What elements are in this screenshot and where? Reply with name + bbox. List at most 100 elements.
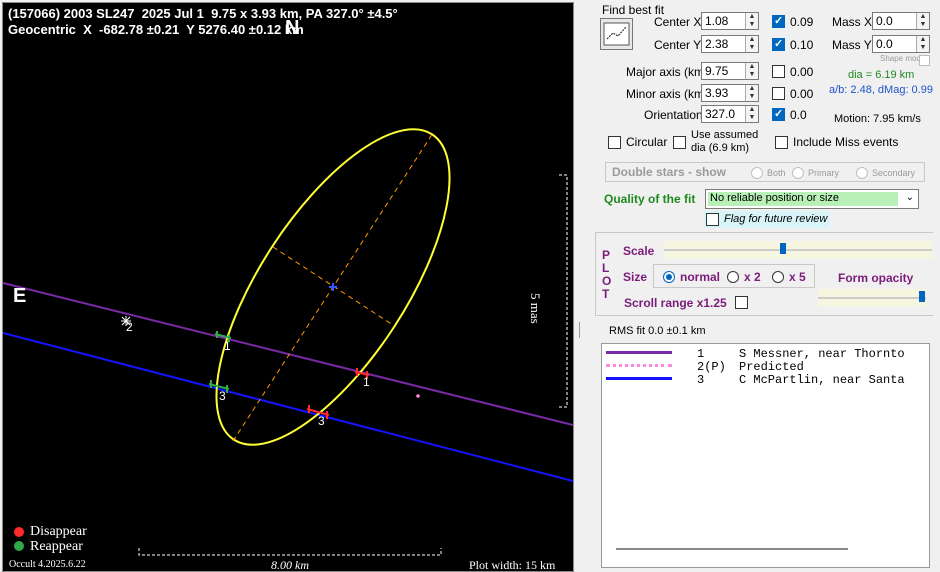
major-axis-label: Major axis (km) xyxy=(626,65,709,79)
use-assumed-dia: dia (6.9 km) xyxy=(691,142,750,154)
scale-slider-track xyxy=(664,249,932,251)
center-y-fit-checkbox[interactable] xyxy=(772,37,785,51)
mass-y-input[interactable]: 0.0 ▲ ▼ xyxy=(872,35,930,53)
major-axis-input[interactable]: 9.75 ▲ ▼ xyxy=(701,62,759,80)
minor-axis-input[interactable]: 3.93 ▲ ▼ xyxy=(701,84,759,102)
opacity-slider[interactable] xyxy=(818,289,926,307)
observer-3-num: 3 xyxy=(697,373,705,387)
predicted-point xyxy=(416,394,420,398)
major-axis-spinner[interactable]: ▲ ▼ xyxy=(745,63,758,79)
double-primary-label: Primary xyxy=(808,168,839,178)
mass-x-input[interactable]: 0.0 ▲ ▼ xyxy=(872,12,930,30)
quality-value: No reliable position or size xyxy=(708,192,898,206)
mass-x-label: Mass X xyxy=(832,15,873,29)
observer-1-swatch xyxy=(606,351,672,354)
minor-axis-unc: 0.00 xyxy=(790,87,814,101)
center-x-label: Center X xyxy=(654,15,702,29)
size-normal-radio[interactable] xyxy=(663,271,675,283)
form-opacity-label: Form opacity xyxy=(838,271,914,285)
chord-3-line xyxy=(3,332,573,482)
size-x5-radio[interactable] xyxy=(772,271,784,283)
observer-2-num: 2(P) xyxy=(697,360,726,374)
mass-y-spinner[interactable]: ▲ ▼ xyxy=(916,36,929,52)
scale-label: Scale xyxy=(623,244,655,258)
size-x5-label: x 5 xyxy=(789,270,806,284)
scroll-range-checkbox[interactable] xyxy=(735,296,748,309)
legend-disappear-dot xyxy=(14,527,24,537)
size-x2-radio[interactable] xyxy=(727,271,739,283)
size-normal-label: normal xyxy=(680,270,721,284)
occultation-plot-svg xyxy=(3,128,573,556)
legend-disappear-label: Disappear xyxy=(30,524,87,539)
plot-vertical-o: O xyxy=(602,274,612,288)
mass-y-label: Mass Y xyxy=(832,38,872,52)
legend-reappear-dot xyxy=(14,541,24,551)
size-label: Size xyxy=(623,270,648,284)
circular-checkbox[interactable] xyxy=(608,136,621,149)
legend-reappear-label: Reappear xyxy=(30,539,83,554)
scale-slider-thumb[interactable] xyxy=(780,243,786,254)
center-y-spinner[interactable]: ▲ ▼ xyxy=(745,36,758,52)
horizontal-scrollbar[interactable] xyxy=(616,548,848,550)
plot-canvas[interactable]: (157066) 2003 SL247 2025 Jul 1 9.75 x 3.… xyxy=(2,2,574,572)
splitter[interactable] xyxy=(579,322,580,338)
orientation-input[interactable]: 327.0 ▲ ▼ xyxy=(701,105,759,123)
opacity-slider-thumb[interactable] xyxy=(919,291,925,302)
plot-vertical-t: T xyxy=(602,287,610,301)
observer-2-name: Predicted xyxy=(739,360,804,374)
double-both-label: Both xyxy=(767,168,786,178)
plot-vertical-l: L xyxy=(602,261,610,275)
mass-x-spinner[interactable]: ▲ ▼ xyxy=(916,13,929,29)
include-miss-checkbox[interactable] xyxy=(775,136,788,149)
observer-3-swatch xyxy=(606,377,672,380)
major-axis-fit-checkbox[interactable] xyxy=(772,65,785,78)
scroll-range-label: Scroll range x1.25 xyxy=(624,296,727,310)
minor-axis-spinner[interactable]: ▲ ▼ xyxy=(745,85,758,101)
chord-label-r1: 1 xyxy=(224,339,231,353)
center-x-unc: 0.09 xyxy=(790,15,814,29)
quality-select[interactable]: No reliable position or size ⌄ xyxy=(705,189,919,209)
plot-header-line2: Geocentric X -682.78 ±0.21 Y 5276.40 ±0.… xyxy=(8,22,304,37)
shape-model-checkbox[interactable] xyxy=(919,55,930,66)
double-stars-label: Double stars - show xyxy=(612,165,727,179)
chord-label-d1: 1 xyxy=(363,375,370,389)
north-label: N xyxy=(285,17,300,39)
scale-label-bottom: 8.00 km xyxy=(271,558,309,572)
double-secondary-label: Secondary xyxy=(872,168,916,178)
minor-axis-label: Minor axis (km) xyxy=(626,87,709,101)
minor-axis-fit-checkbox[interactable] xyxy=(772,87,785,100)
chord-label-star: 2 xyxy=(126,320,133,334)
axis-ratio-label: a/b: 2.48, dMag: 0.99 xyxy=(829,84,933,96)
major-axis-unc: 0.00 xyxy=(790,65,814,79)
orientation-fit-checkbox[interactable] xyxy=(772,107,785,121)
observers-listbox[interactable]: 1 S Messner, near Thornto 2(P) Predicted… xyxy=(601,343,930,568)
plot-header-line1: (157066) 2003 SL247 2025 Jul 1 9.75 x 3.… xyxy=(8,6,398,21)
scale-bracket-bottom xyxy=(138,548,442,556)
center-marker xyxy=(329,283,337,291)
center-y-input[interactable]: 2.38 ▲ ▼ xyxy=(701,35,759,53)
center-y-unc: 0.10 xyxy=(790,38,814,52)
plot-vertical-p: P xyxy=(602,248,611,262)
opacity-slider-track xyxy=(818,297,926,299)
quality-label: Quality of the fit xyxy=(604,192,696,206)
diameter-label: dia = 6.19 km xyxy=(848,69,915,81)
flag-review-label: Flag for future review xyxy=(724,213,828,225)
orientation-spinner[interactable]: ▲ ▼ xyxy=(745,106,758,122)
plot-width-label: Plot width: 15 km xyxy=(469,558,556,572)
flag-review-checkbox[interactable] xyxy=(706,213,719,226)
double-primary-radio[interactable] xyxy=(792,167,804,179)
center-x-input[interactable]: 1.08 ▲ ▼ xyxy=(701,12,759,30)
scale-slider[interactable] xyxy=(664,241,932,259)
double-secondary-radio[interactable] xyxy=(856,167,868,179)
east-label: E xyxy=(13,285,27,307)
find-best-fit-button[interactable] xyxy=(600,18,633,50)
double-both-radio[interactable] xyxy=(751,167,763,179)
center-x-fit-checkbox[interactable] xyxy=(772,14,785,28)
use-assumed-checkbox[interactable] xyxy=(673,136,686,149)
observer-2-swatch xyxy=(606,364,672,370)
center-x-spinner[interactable]: ▲ ▼ xyxy=(745,13,758,29)
circular-label: Circular xyxy=(626,135,668,149)
motion-label: Motion: 7.95 km/s xyxy=(834,113,921,125)
use-assumed-label: Use assumed xyxy=(691,129,759,141)
rms-fit-label: RMS fit 0.0 ±0.1 km xyxy=(609,325,706,337)
